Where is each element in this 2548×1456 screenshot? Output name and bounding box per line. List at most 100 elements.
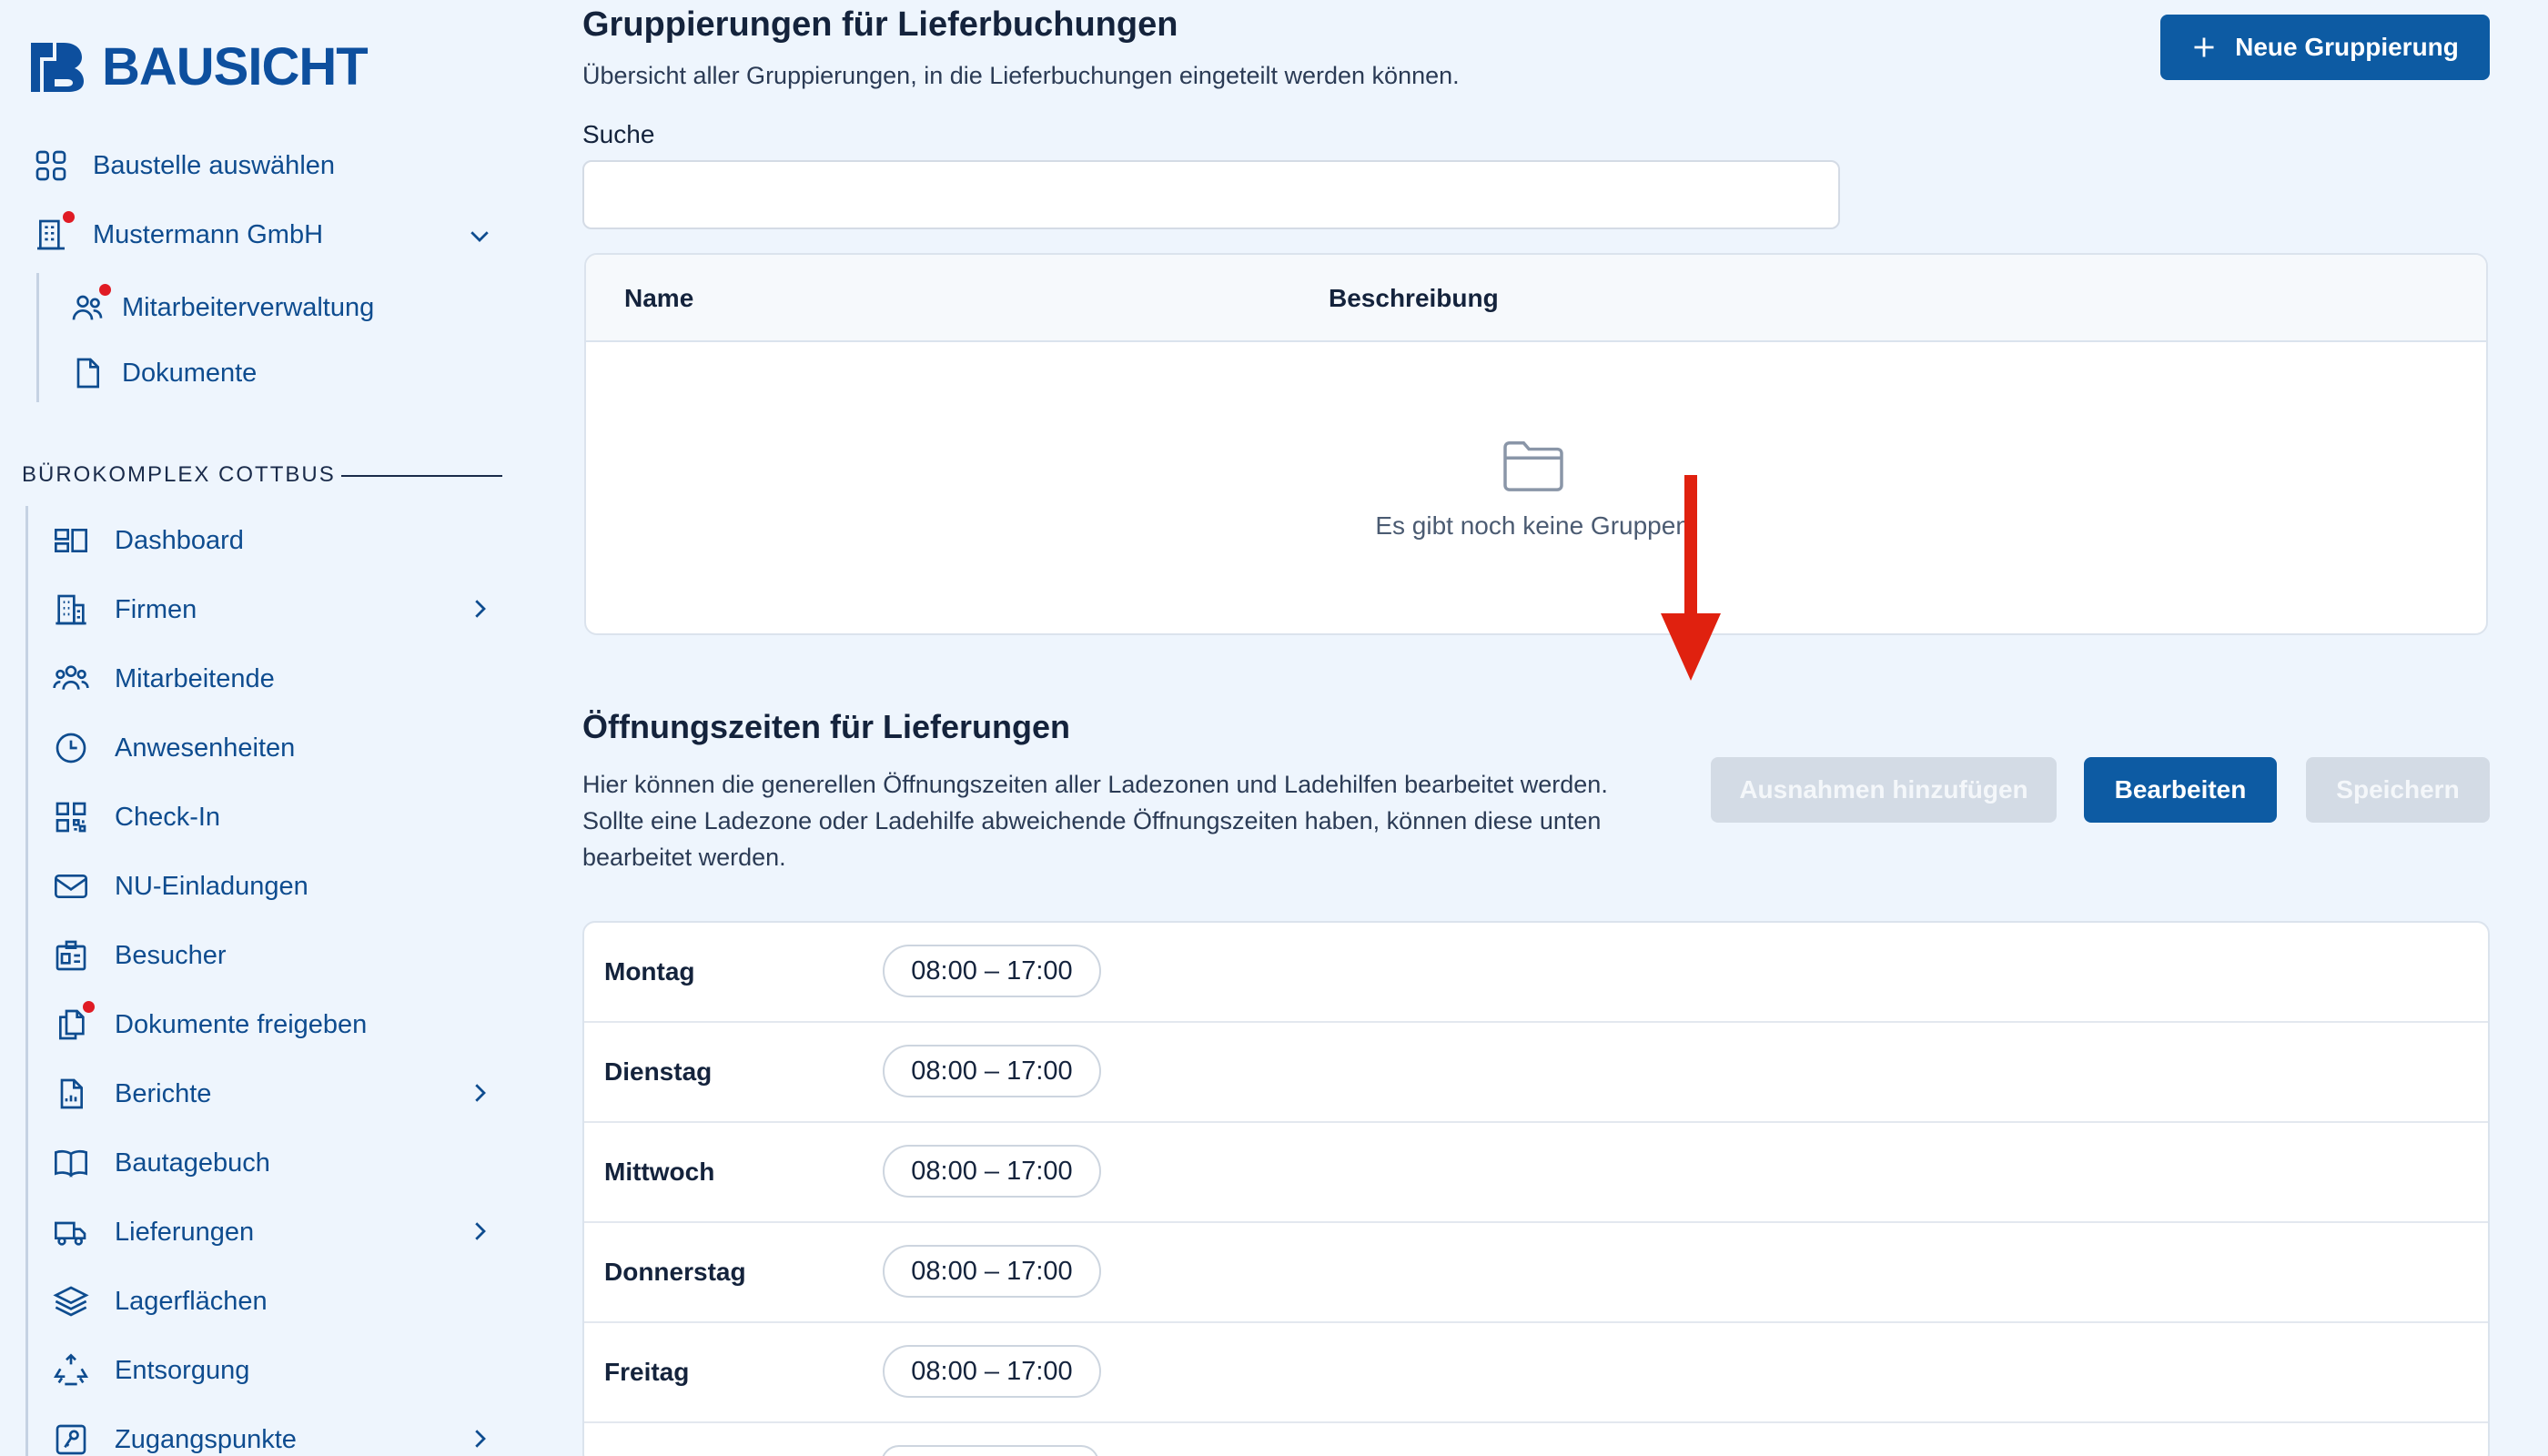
documents-icon — [51, 999, 96, 1045]
id-card-icon — [51, 935, 91, 976]
nav-nu-einladungen[interactable]: NU-Einladungen — [51, 866, 308, 906]
search-input[interactable] — [582, 160, 1840, 229]
nav-bautagebuch[interactable]: Bautagebuch — [51, 1143, 270, 1183]
chevron-right-icon[interactable] — [466, 595, 493, 622]
day-label: Montag — [604, 957, 695, 986]
nav-label: Dashboard — [115, 525, 244, 555]
document-icon — [67, 353, 107, 393]
nav-lieferungen[interactable]: Lieferungen — [51, 1212, 254, 1252]
nav-label: Zugangspunkte — [115, 1424, 297, 1454]
table-row: Dienstag 08:00 – 17:00 — [584, 1023, 2488, 1123]
folder-icon — [1502, 437, 1565, 493]
hours-title: Öffnungszeiten für Lieferungen — [582, 708, 1070, 745]
plus-icon — [2191, 35, 2217, 60]
dashboard-icon — [51, 521, 91, 561]
nav-label: Check-In — [115, 802, 221, 832]
user-group-icon — [51, 659, 91, 699]
add-exceptions-button[interactable]: Ausnahmen hinzufügen — [1711, 757, 2057, 823]
table-row: Freitag 08:00 – 17:00 — [584, 1323, 2488, 1423]
notification-dot — [81, 999, 96, 1015]
new-grouping-label: Neue Gruppierung — [2235, 33, 2459, 61]
nav-label: Lagerflächen — [115, 1286, 268, 1316]
column-header-name[interactable]: Name — [624, 284, 693, 313]
nav-entsorgung[interactable]: Entsorgung — [51, 1350, 249, 1390]
nav-label: Bautagebuch — [115, 1148, 270, 1178]
office-building-icon — [51, 590, 91, 630]
chevron-right-icon[interactable] — [466, 1079, 493, 1107]
nav-zugangspunkte[interactable]: Zugangspunkte — [51, 1420, 297, 1456]
edit-button[interactable]: Bearbeiten — [2084, 757, 2277, 823]
grid-icon — [31, 146, 71, 186]
bausicht-logo-icon — [31, 42, 84, 92]
search-label: Suche — [582, 120, 655, 148]
main-content: Gruppierungen für Lieferbuchungen Übersi… — [582, 0, 2490, 1456]
chevron-right-icon[interactable] — [466, 1425, 493, 1452]
time-range-pill[interactable]: 08:00 – 17:00 — [883, 945, 1101, 997]
save-button[interactable]: Speichern — [2306, 757, 2490, 823]
nav-label: Firmen — [115, 594, 197, 624]
table-row: Mittwoch 08:00 – 17:00 — [584, 1123, 2488, 1223]
truck-icon — [51, 1212, 91, 1252]
nav-label: Mitarbeitende — [115, 663, 275, 693]
nav-label: Dokumente freigeben — [115, 1009, 368, 1039]
chevron-down-icon[interactable] — [466, 222, 493, 249]
day-label: Donnerstag — [604, 1258, 746, 1286]
nav-label: Mustermann GmbH — [93, 219, 324, 249]
nav-besucher[interactable]: Besucher — [51, 935, 227, 976]
nav-label: NU-Einladungen — [115, 871, 308, 901]
chevron-right-icon[interactable] — [466, 1218, 493, 1245]
envelope-icon — [51, 866, 91, 906]
notification-dot — [61, 209, 76, 225]
qr-code-icon — [51, 797, 91, 837]
table-row: Montag 08:00 – 17:00 — [584, 923, 2488, 1023]
nav-dashboard[interactable]: Dashboard — [51, 521, 244, 561]
layers-icon — [51, 1281, 91, 1321]
new-grouping-button[interactable]: Neue Gruppierung — [2160, 15, 2490, 80]
annotation-arrow-icon — [1661, 475, 1721, 681]
nav-berichte[interactable]: Berichte — [51, 1074, 211, 1114]
nav-company-mustermann[interactable]: Mustermann GmbH — [31, 209, 324, 255]
time-range-pill-partial[interactable] — [881, 1445, 1099, 1456]
groups-title: Gruppierungen für Lieferbuchungen — [582, 5, 1178, 44]
column-header-beschreibung[interactable]: Beschreibung — [1329, 284, 1499, 313]
nav-mitarbeiterverwaltung[interactable]: Mitarbeiterverwaltung — [67, 282, 375, 328]
nav-dokumente-freigeben[interactable]: Dokumente freigeben — [51, 999, 368, 1045]
nav-label: Dokumente — [122, 358, 258, 388]
section-title: BÜROKOMPLEX COTTBUS — [22, 462, 336, 487]
nav-label: Besucher — [115, 940, 227, 970]
table-header: Name Beschreibung — [586, 255, 2486, 342]
notification-dot — [97, 282, 113, 298]
nav-firmen[interactable]: Firmen — [51, 590, 197, 630]
brand-logo[interactable]: BAUSICHT — [27, 36, 369, 97]
nav-label: Entsorgung — [115, 1355, 250, 1385]
day-label: Mittwoch — [604, 1158, 715, 1186]
nav-label: Berichte — [115, 1078, 212, 1108]
nav-label: Lieferungen — [115, 1217, 255, 1247]
nav-dokumente[interactable]: Dokumente — [67, 353, 257, 393]
day-label: Dienstag — [604, 1057, 713, 1086]
time-range-pill[interactable]: 08:00 – 17:00 — [883, 1345, 1101, 1398]
users-icon — [67, 282, 113, 328]
sidebar: BAUSICHT Baustelle auswählen Mustermann … — [0, 0, 528, 1456]
nav-label: Baustelle auswählen — [93, 150, 336, 180]
report-icon — [51, 1074, 91, 1114]
hours-description: Hier können die generellen Öffnungszeite… — [582, 771, 1608, 871]
section-divider — [341, 475, 502, 477]
empty-state-text: Es gibt noch keine Gruppen. — [1375, 511, 1697, 540]
nav-label: Anwesenheiten — [115, 733, 296, 763]
time-range-pill[interactable]: 08:00 – 17:00 — [883, 1045, 1101, 1097]
nav-mitarbeitende[interactable]: Mitarbeitende — [51, 659, 275, 699]
nav-anwesenheiten[interactable]: Anwesenheiten — [51, 728, 295, 768]
time-range-pill[interactable]: 08:00 – 17:00 — [883, 1245, 1101, 1298]
nav-baustelle-auswaehlen[interactable]: Baustelle auswählen — [31, 146, 335, 186]
day-label: Freitag — [604, 1358, 690, 1386]
time-range-pill[interactable]: 08:00 – 17:00 — [883, 1145, 1101, 1198]
nav-label: Mitarbeiterverwaltung — [122, 292, 375, 322]
tree-line — [36, 273, 39, 402]
building-icon — [31, 209, 76, 255]
nav-lagerflaechen[interactable]: Lagerflächen — [51, 1281, 268, 1321]
tree-line — [25, 506, 28, 1456]
key-icon — [51, 1420, 91, 1456]
nav-check-in[interactable]: Check-In — [51, 797, 220, 837]
clock-icon — [51, 728, 91, 768]
